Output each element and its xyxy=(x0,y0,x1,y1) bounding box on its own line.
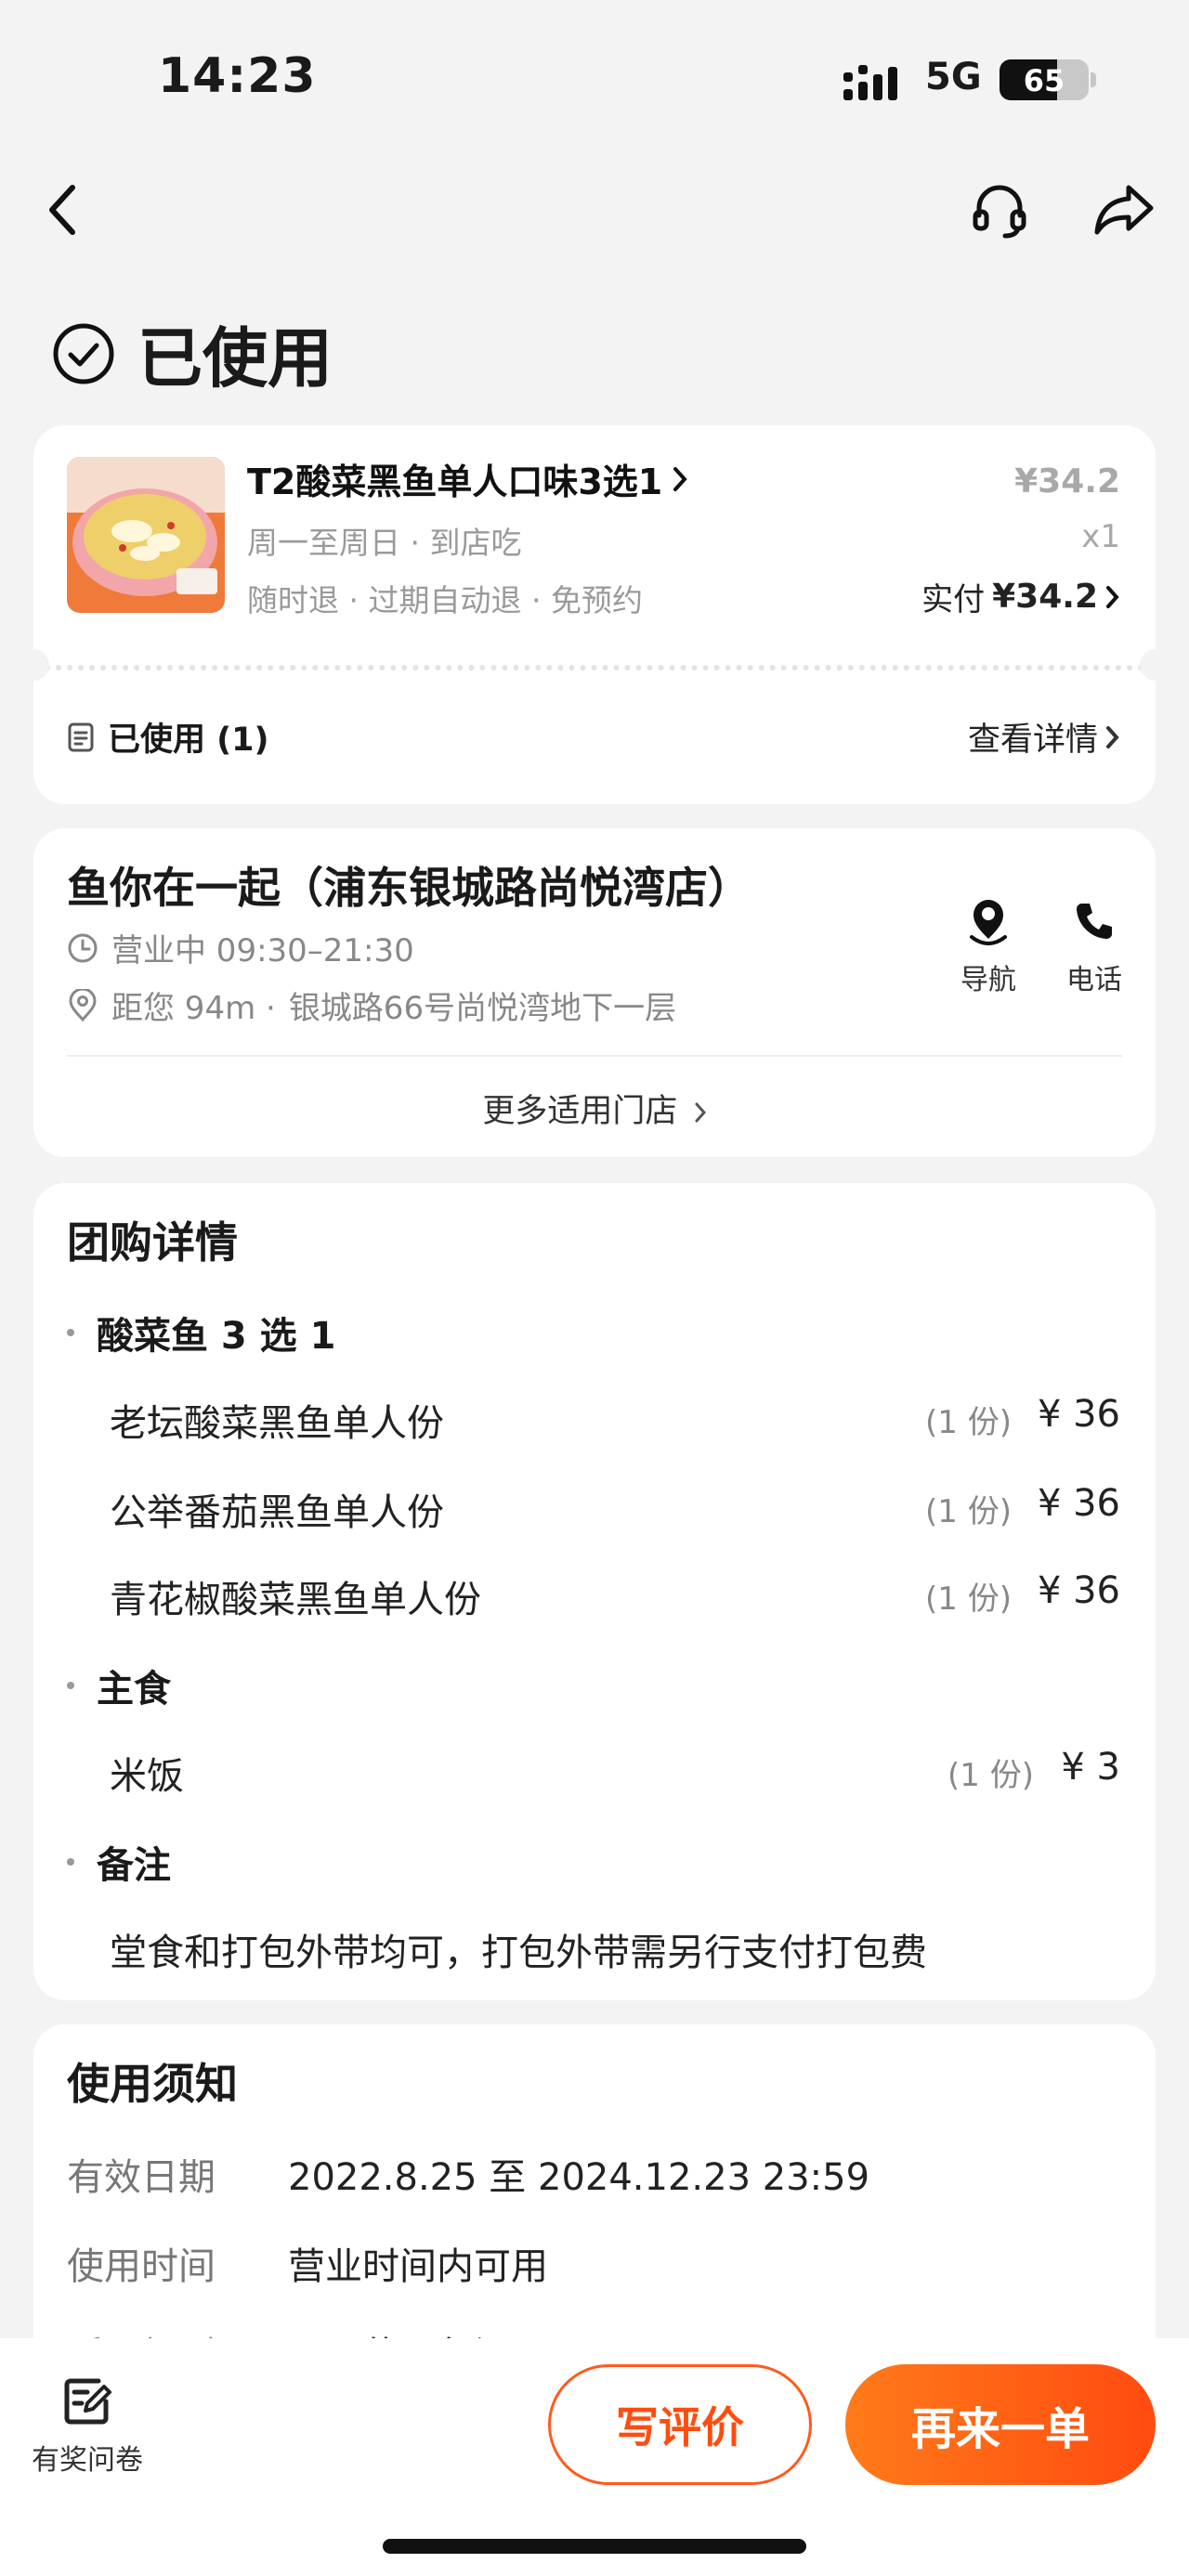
battery-tip xyxy=(1091,72,1096,87)
usage-value: 营业时间内可用 xyxy=(288,2245,548,2288)
item-name: 老坛酸菜黑鱼单人份 xyxy=(110,1402,444,1445)
item-price: ¥ 36 xyxy=(1037,1482,1120,1525)
item-price: ¥ 36 xyxy=(1037,1569,1120,1612)
quantity: x1 xyxy=(1081,518,1120,555)
navigate-label: 导航 xyxy=(960,964,1016,996)
paid-amount-link[interactable]: 实付 ¥34.2 xyxy=(921,574,1120,619)
group-heading: 酸菜鱼 3 选 1 xyxy=(67,1306,335,1360)
status-time: 14:23 xyxy=(158,48,317,104)
paid-label: 实付 xyxy=(921,581,986,618)
group-detail-title: 团购详情 xyxy=(67,1217,238,1268)
usage-title: 使用须知 xyxy=(67,2059,238,2109)
used-count-label: 已使用 (1) xyxy=(108,722,269,759)
chevron-right-icon xyxy=(695,1102,706,1123)
deal-title-link[interactable]: T2酸菜黑鱼单人口味3选1 xyxy=(247,453,688,504)
more-stores-label: 更多适用门店 xyxy=(482,1093,678,1130)
store-hours: 营业中 09:30–21:30 xyxy=(111,932,414,969)
used-count-row: 已使用 (1) xyxy=(67,713,269,761)
back-button[interactable] xyxy=(26,173,100,247)
ticket-notch-left xyxy=(18,649,49,681)
item-count: (1 份) xyxy=(925,1493,1012,1530)
phone-label: 电话 xyxy=(1066,964,1122,996)
usage-key: 有效日期 xyxy=(67,2156,216,2199)
deal-policies: 随时退 · 过期自动退 · 免预约 xyxy=(247,582,643,618)
phone-icon xyxy=(1077,904,1112,939)
item-name: 公举番茄黑鱼单人份 xyxy=(110,1491,444,1534)
note-text: 堂食和打包外带均可，打包外带需另行支付打包费 xyxy=(110,1932,927,1974)
bullet xyxy=(67,1682,74,1689)
item-count: (1 份) xyxy=(925,1404,1012,1441)
signal-icon xyxy=(843,65,897,100)
network-label: 5G xyxy=(925,56,982,98)
store-address: 银城路66号尚悦湾地下一层 xyxy=(288,990,677,1027)
ticket-notch-right xyxy=(1140,649,1171,681)
home-indicator[interactable] xyxy=(383,2539,806,2554)
survey-edit-icon xyxy=(64,2378,111,2425)
bullet xyxy=(67,1329,74,1336)
reorder-button[interactable]: 再来一单 xyxy=(845,2364,1156,2485)
more-stores-button[interactable]: 更多适用门店 xyxy=(33,1085,1156,1132)
view-detail-label: 查看详情 xyxy=(967,722,1098,759)
store-hours-row: 营业中 09:30–21:30 xyxy=(67,925,414,970)
chevron-right-icon xyxy=(1106,585,1119,608)
item-price: ¥ 36 xyxy=(1037,1393,1120,1436)
paid-amount: ¥34.2 xyxy=(992,578,1098,616)
order-status-title: 已使用 xyxy=(137,320,333,397)
store-name[interactable]: 鱼你在一起（浦东银城路尚悦湾店） xyxy=(67,854,751,916)
share-button[interactable] xyxy=(1087,173,1161,247)
group-heading: 主食 xyxy=(67,1659,171,1712)
group-name: 主食 xyxy=(97,1668,171,1711)
share-icon xyxy=(1094,185,1154,235)
store-divider xyxy=(67,1055,1122,1057)
survey-label: 有奖问卷 xyxy=(32,2444,143,2477)
store-distance: 距您 94m · xyxy=(111,990,276,1027)
group-name: 酸菜鱼 3 选 1 xyxy=(97,1315,336,1358)
usage-key: 使用时间 xyxy=(67,2245,216,2288)
customer-service-button[interactable] xyxy=(962,173,1037,247)
item-name: 青花椒酸菜黑鱼单人份 xyxy=(110,1579,481,1621)
item-name: 米饭 xyxy=(110,1755,184,1798)
group-name: 备注 xyxy=(97,1844,171,1887)
view-detail-button[interactable]: 查看详情 xyxy=(968,713,1120,761)
deal-thumbnail[interactable] xyxy=(67,457,225,613)
deal-card: T2酸菜黑鱼单人口味3选1 周一至周日 · 到店吃 随时退 · 过期自动退 · … xyxy=(18,425,1171,804)
original-price: ¥34.2 xyxy=(1014,462,1120,501)
battery-percent: 65 xyxy=(1023,63,1065,98)
chevron-right-icon xyxy=(1106,725,1119,748)
group-heading: 备注 xyxy=(67,1835,171,1889)
battery-icon: 65 xyxy=(1000,59,1089,100)
store-address-row: 距您 94m · 银城路66号尚悦湾地下一层 xyxy=(67,982,676,1028)
chevron-left-icon xyxy=(49,185,75,235)
group-detail-card: 团购详情 酸菜鱼 3 选 1 老坛酸菜黑鱼单人份 (1 份) ¥ 36 公举番茄… xyxy=(33,1183,1156,2000)
navigation-icon xyxy=(970,900,1007,945)
item-count: (1 份) xyxy=(947,1757,1034,1794)
deal-schedule: 周一至周日 · 到店吃 xyxy=(247,525,522,561)
clock-icon xyxy=(68,933,98,962)
usage-value: 2022.8.25 至 2024.12.23 23:59 xyxy=(288,2156,870,2199)
voucher-icon xyxy=(68,722,94,751)
chevron-right-icon xyxy=(673,466,687,491)
headset-icon xyxy=(973,185,1026,239)
location-pin-icon xyxy=(69,988,97,1021)
deal-title: T2酸菜黑鱼单人口味3选1 xyxy=(247,462,663,502)
navigate-button[interactable]: 导航 xyxy=(942,893,1035,997)
store-card: 鱼你在一起（浦东银城路尚悦湾店） 营业中 09:30–21:30 距您 94m … xyxy=(33,828,1156,1157)
item-price: ¥ 3 xyxy=(1061,1746,1120,1789)
check-circle-icon xyxy=(53,323,114,384)
survey-button[interactable]: 有奖问卷 xyxy=(32,2375,143,2478)
write-review-button[interactable]: 写评价 xyxy=(548,2364,812,2485)
item-count: (1 份) xyxy=(925,1581,1012,1618)
perforation-divider xyxy=(33,665,1156,670)
order-status-header: 已使用 xyxy=(52,306,333,400)
phone-button[interactable]: 电话 xyxy=(1048,893,1141,997)
bullet xyxy=(67,1858,74,1866)
